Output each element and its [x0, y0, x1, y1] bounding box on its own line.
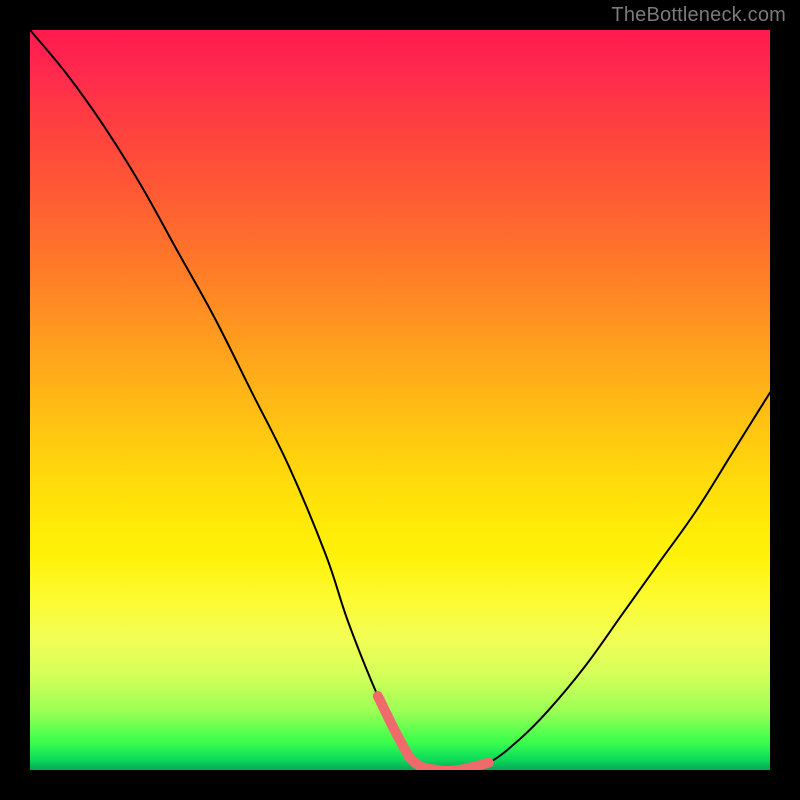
chart-frame: TheBottleneck.com: [0, 0, 800, 800]
optimal-highlight: [378, 696, 489, 770]
bottleneck-curve: [30, 30, 770, 770]
curve-path: [30, 30, 770, 770]
attribution-text: TheBottleneck.com: [611, 4, 786, 27]
plot-area: [30, 30, 770, 770]
